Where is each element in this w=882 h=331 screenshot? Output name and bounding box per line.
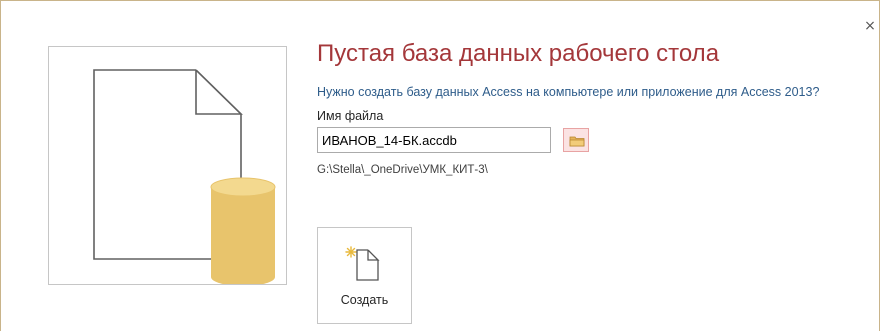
folder-icon xyxy=(569,136,585,147)
file-name-label: Имя файла xyxy=(317,109,384,123)
dialog-title: Пустая база данных рабочего стола xyxy=(317,40,720,67)
file-path-text: G:\Stella\_OneDrive\УМК_КИТ-3\ xyxy=(317,164,488,176)
database-preview xyxy=(48,46,287,285)
new-document-icon xyxy=(345,246,380,281)
create-button[interactable]: Создать xyxy=(317,227,412,324)
dialog-subtitle-link[interactable]: Нужно создать базу данных Access на комп… xyxy=(317,84,819,100)
close-icon[interactable]: × xyxy=(863,19,877,33)
new-database-dialog: × Пустая база данных рабочего стола Нужн… xyxy=(0,0,880,331)
file-name-input[interactable] xyxy=(317,127,551,153)
blank-database-document-icon xyxy=(93,69,276,284)
browse-folder-button[interactable] xyxy=(563,128,589,152)
create-button-label: Создать xyxy=(340,293,389,307)
